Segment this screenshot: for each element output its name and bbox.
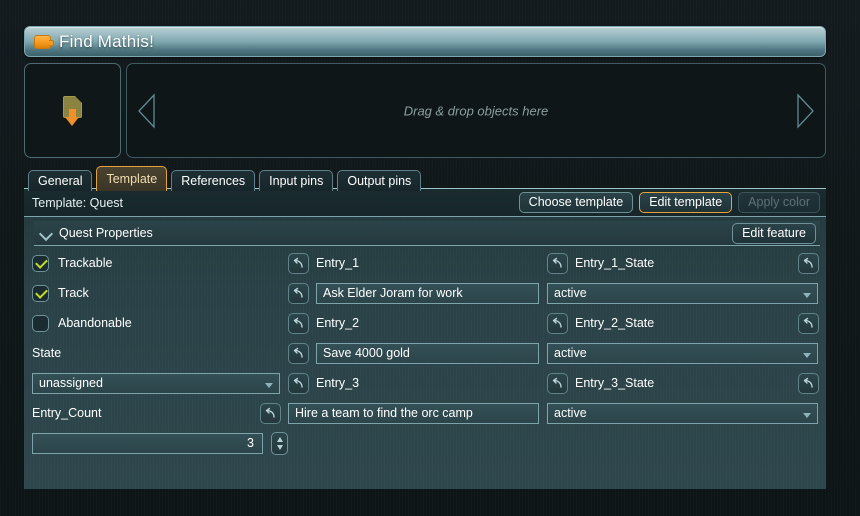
state-value-cell: unassigned	[24, 368, 288, 398]
empty-cell	[288, 428, 547, 458]
entry-1-name-cell: Entry_1	[288, 248, 547, 278]
property-row: 3	[24, 428, 826, 458]
entry-count-input[interactable]: 3	[32, 432, 263, 454]
template-toolbar: Template: Quest Choose template Edit tem…	[24, 189, 826, 217]
entry-2-text-input[interactable]: Save 4000 gold	[316, 342, 539, 364]
property-row: Trackable Entry_1 Entry_1_State	[24, 248, 826, 278]
entry-3-value-cell: Hire a team to find the orc camp	[288, 398, 547, 428]
entry-3-name-label: Entry_3	[316, 376, 360, 390]
tab-output-pins[interactable]: Output pins	[337, 170, 422, 191]
entry-3-state-dropdown[interactable]: active	[547, 402, 818, 424]
trackable-cell: Trackable	[24, 248, 288, 278]
object-slot[interactable]	[24, 63, 121, 158]
document-download-icon	[60, 95, 86, 126]
entry-count-stepper[interactable]	[271, 431, 288, 455]
entry-2-state-cell: Entry_2_State	[547, 308, 826, 338]
template-name-label: Template: Quest	[32, 195, 124, 210]
drag-drop-area[interactable]: Drag & drop objects here	[126, 63, 826, 158]
entry-2-value-cell: Save 4000 gold	[288, 338, 547, 368]
tab-general[interactable]: General	[28, 170, 93, 191]
revert-arrow-icon[interactable]	[547, 252, 568, 274]
quest-properties-header: Quest Properties Edit feature	[34, 221, 820, 246]
entry-2-state-value-cell: active	[547, 338, 826, 368]
trackable-checkbox[interactable]	[32, 254, 49, 272]
edit-template-button[interactable]: Edit template	[639, 192, 733, 213]
revert-arrow-icon[interactable]	[288, 342, 309, 364]
state-label: State	[32, 346, 62, 360]
entry-count-label: Entry_Count	[32, 406, 102, 420]
state-label-cell: State	[24, 338, 288, 368]
entry-3-state-value-cell: active	[547, 398, 826, 428]
orange-node-icon	[34, 34, 54, 49]
property-row: Entry_Count Hire a team to find the orc …	[24, 398, 826, 428]
revert-arrow-icon[interactable]	[798, 252, 819, 274]
empty-cell	[547, 428, 826, 458]
entry-1-state-label: Entry_1_State	[575, 256, 655, 270]
property-row: State Save 4000 gold active	[24, 338, 826, 368]
template-panel: Template: Quest Choose template Edit tem…	[24, 189, 826, 489]
triangle-right-icon[interactable]	[797, 92, 814, 129]
revert-arrow-icon[interactable]	[288, 282, 309, 304]
tab-input-pins[interactable]: Input pins	[259, 170, 334, 191]
entry-2-name-cell: Entry_2	[288, 308, 547, 338]
track-checkbox[interactable]	[32, 284, 49, 302]
abandonable-cell: Abandonable	[24, 308, 288, 338]
track-cell: Track	[24, 278, 288, 308]
entry-count-value-cell: 3	[24, 428, 288, 458]
entry-1-state-value-cell: active	[547, 278, 826, 308]
revert-arrow-icon[interactable]	[288, 312, 309, 334]
entry-2-state-dropdown[interactable]: active	[547, 342, 818, 364]
revert-arrow-icon[interactable]	[547, 312, 568, 334]
tab-references[interactable]: References	[171, 170, 256, 191]
chevron-down-icon[interactable]	[40, 227, 52, 239]
abandonable-label: Abandonable	[58, 316, 132, 330]
tab-bar: General Template References Input pins O…	[28, 166, 422, 191]
entry-3-name-cell: Entry_3	[288, 368, 547, 398]
track-label: Track	[58, 286, 89, 300]
property-row: Track Ask Elder Joram for work active	[24, 278, 826, 308]
feature-title: Quest Properties	[59, 226, 153, 240]
dropzone-row: Drag & drop objects here	[24, 63, 826, 158]
tab-template[interactable]: Template	[96, 166, 168, 191]
apply-color-button: Apply color	[738, 192, 820, 213]
edit-feature-button[interactable]: Edit feature	[732, 222, 816, 244]
entry-1-state-cell: Entry_1_State	[547, 248, 826, 278]
window-title: Find Mathis!	[59, 31, 154, 51]
state-dropdown[interactable]: unassigned	[32, 372, 280, 394]
application-window: Find Mathis! Drag & drop objects here Ge…	[0, 0, 860, 516]
entry-1-text-input[interactable]: Ask Elder Joram for work	[316, 282, 539, 304]
abandonable-checkbox[interactable]	[32, 314, 49, 332]
property-row: Abandonable Entry_2 Entry_2_State	[24, 308, 826, 338]
choose-template-button[interactable]: Choose template	[518, 192, 634, 213]
drag-drop-hint: Drag & drop objects here	[403, 103, 549, 118]
entry-2-name-label: Entry_2	[316, 316, 360, 330]
property-row: unassigned Entry_3 Entry_3_State	[24, 368, 826, 398]
property-grid: Trackable Entry_1 Entry_1_State Track As…	[24, 248, 826, 458]
entry-count-label-cell: Entry_Count	[24, 398, 288, 428]
window-titlebar: Find Mathis!	[24, 26, 826, 57]
revert-arrow-icon[interactable]	[288, 372, 309, 394]
revert-arrow-icon[interactable]	[288, 252, 309, 274]
entry-3-state-cell: Entry_3_State	[547, 368, 826, 398]
entry-1-state-dropdown[interactable]: active	[547, 282, 818, 304]
revert-arrow-icon[interactable]	[798, 372, 819, 394]
trackable-label: Trackable	[58, 256, 113, 270]
revert-arrow-icon[interactable]	[260, 402, 281, 424]
entry-2-state-label: Entry_2_State	[575, 316, 655, 330]
entry-3-text-input[interactable]: Hire a team to find the orc camp	[288, 402, 539, 424]
revert-arrow-icon[interactable]	[547, 372, 568, 394]
entry-3-state-label: Entry_3_State	[575, 376, 655, 390]
entry-1-name-label: Entry_1	[316, 256, 360, 270]
revert-arrow-icon[interactable]	[798, 312, 819, 334]
entry-1-value-cell: Ask Elder Joram for work	[288, 278, 547, 308]
